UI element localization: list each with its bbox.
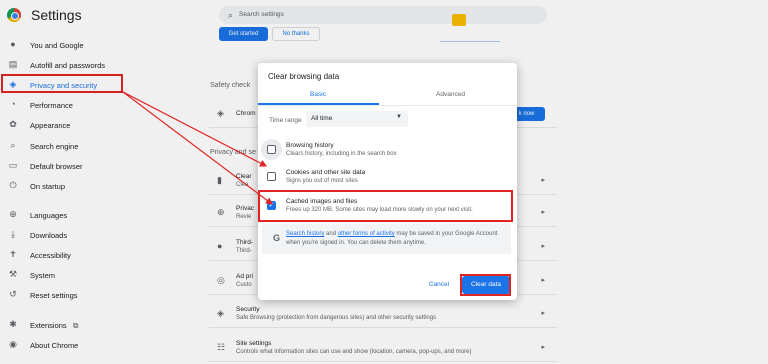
arrow-to-checkbox-area	[122, 91, 268, 167]
annotation-arrows	[122, 91, 273, 205]
settings-page: Settings ⌕ Search settings ● You and Goo…	[0, 0, 768, 364]
arrow-to-cached-option	[122, 91, 273, 205]
